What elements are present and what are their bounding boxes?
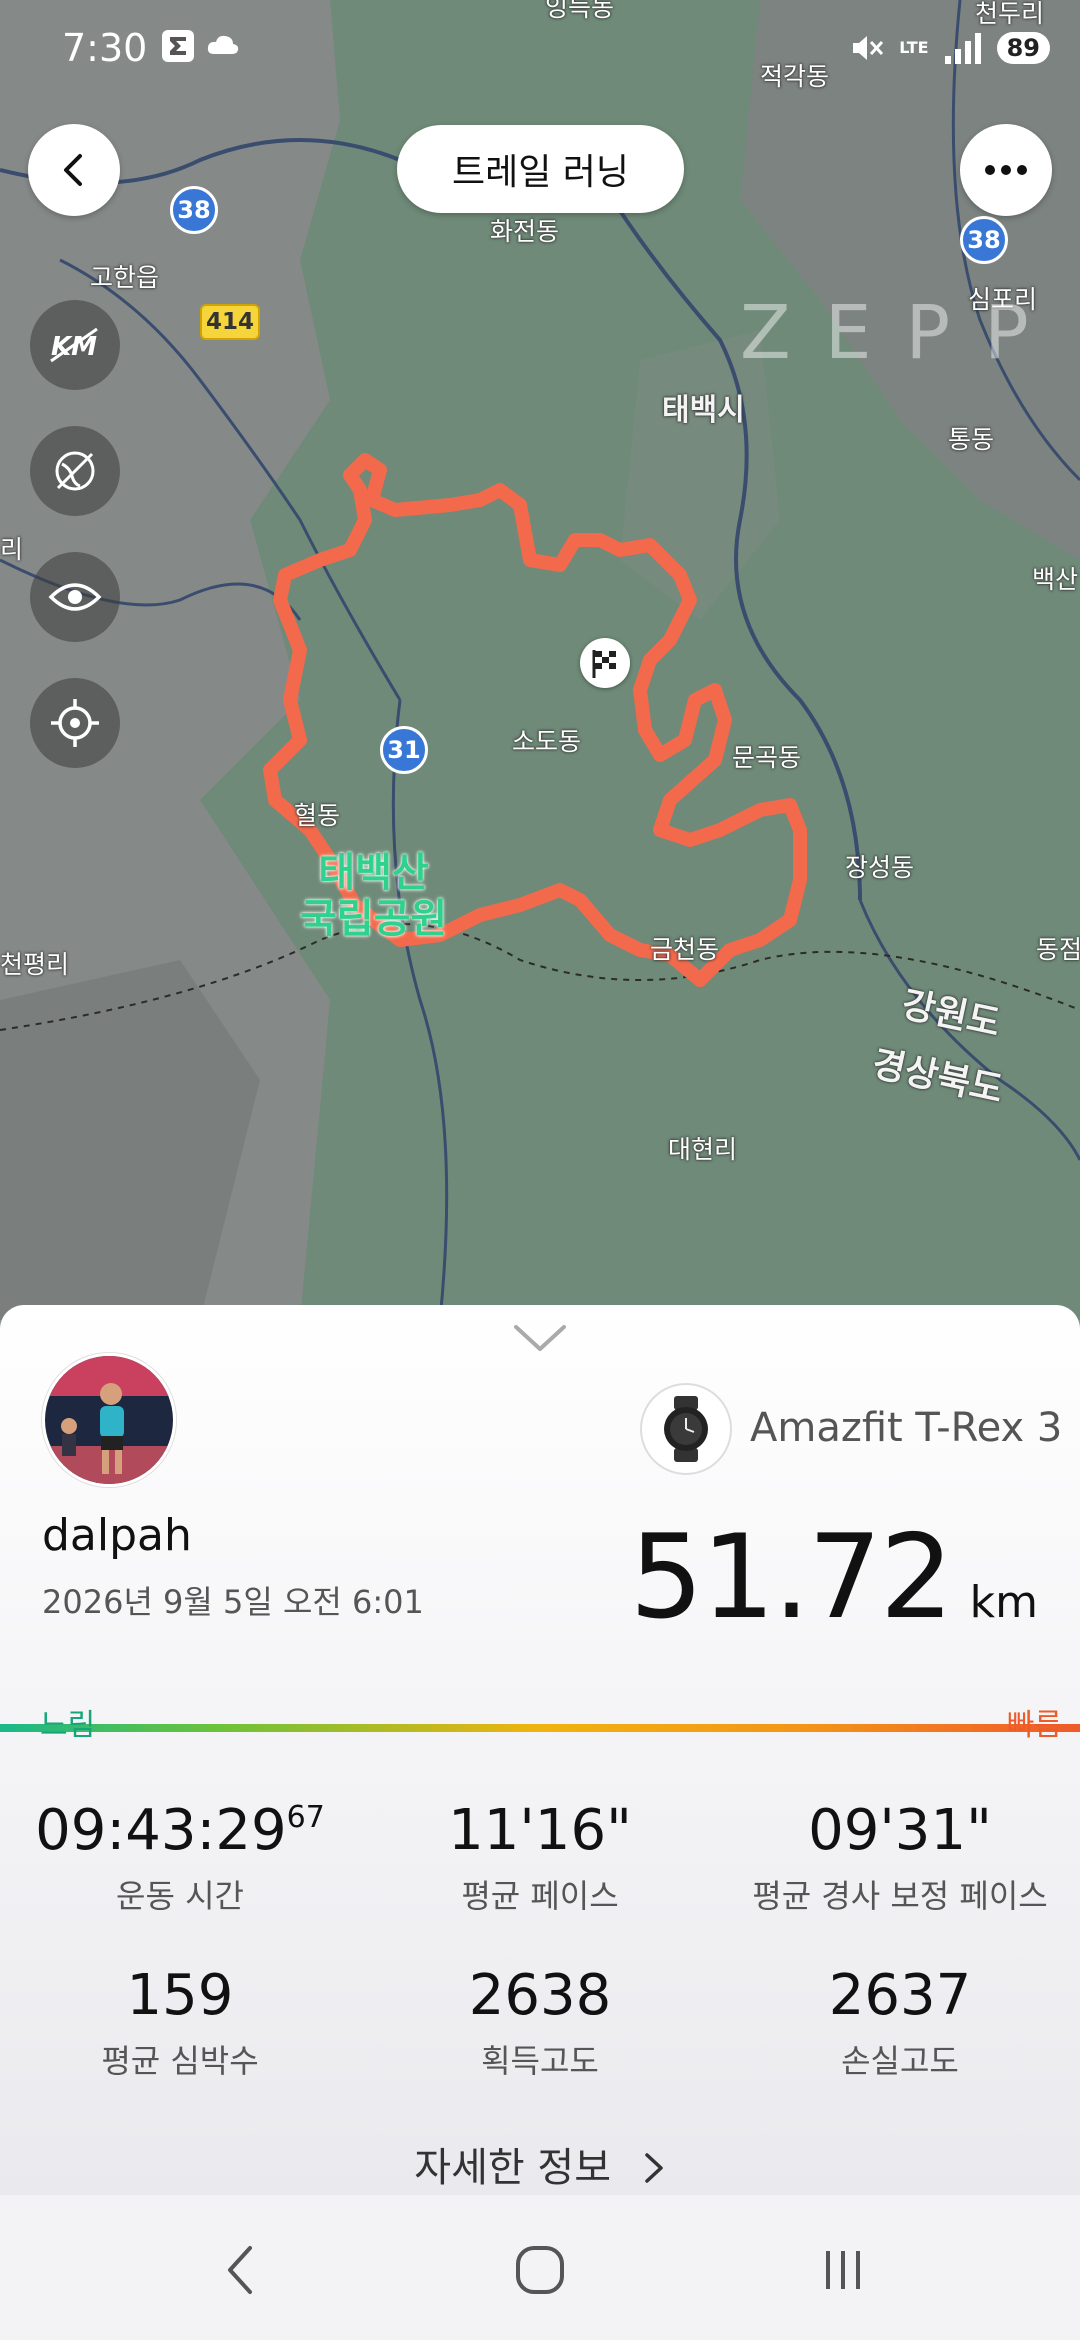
stat-duration-value: 09:43:29 bbox=[35, 1798, 287, 1863]
signal-icon bbox=[944, 33, 981, 64]
pace-fast-label: 빠름 bbox=[1006, 1708, 1062, 1743]
globe-off-icon bbox=[55, 451, 95, 491]
stat-duration-label: 운동 시간 bbox=[116, 1877, 244, 1915]
map-label-hwajeon: 화전동 bbox=[490, 217, 560, 246]
stat-elevation-gain-label: 획득고도 bbox=[481, 2042, 599, 2080]
status-time: 7:30 bbox=[62, 26, 148, 70]
finish-flag-icon bbox=[580, 638, 630, 688]
stat-duration-centiseconds: 67 bbox=[286, 1800, 325, 1835]
stat-avg-pace-label: 평균 페이스 bbox=[461, 1877, 619, 1915]
map-label-geumcheon: 금천동 bbox=[650, 935, 720, 964]
collapse-chevron-icon[interactable] bbox=[510, 1321, 570, 1355]
screen: 잉득동 천두리 적각동 화전동 고한읍 심포리 태백시 통동 백산 리 소도동 … bbox=[0, 0, 1080, 2340]
sigma-app-icon bbox=[162, 30, 194, 62]
nav-recents-button[interactable] bbox=[803, 2235, 883, 2305]
chevron-left-icon bbox=[64, 154, 82, 186]
map-label-hyeol: 혈동 bbox=[294, 801, 341, 830]
activity-type-title: 트레일 러닝 bbox=[397, 125, 684, 213]
activity-datetime: 2026년 9월 5일 오전 6:01 bbox=[42, 1583, 424, 1621]
pace-gradient-bar bbox=[0, 1724, 1080, 1732]
zepp-watermark: ZEPP bbox=[740, 290, 1063, 376]
stat-grade-adjusted-pace-label: 평균 경사 보정 페이스 bbox=[752, 1877, 1048, 1915]
status-bar: 7:30 LTE 89 bbox=[0, 0, 1080, 100]
chevron-right-icon bbox=[629, 2145, 666, 2191]
avatar-photo bbox=[45, 1356, 173, 1484]
map-label-taebaek: 태백시 bbox=[662, 393, 745, 428]
route-badge-38-left: 38 bbox=[170, 186, 218, 234]
stat-duration: 09:43:2967 운동 시간 bbox=[0, 1798, 360, 1917]
summary-sheet: dalpah 2026년 9월 5일 오전 6:01 Amazfit T-Rex… bbox=[0, 1305, 1080, 2195]
nav-back-icon bbox=[228, 2246, 252, 2294]
stat-avg-pace: 11'16" 평균 페이스 bbox=[360, 1798, 720, 1917]
stat-elevation-loss-value: 2637 bbox=[828, 1963, 972, 2028]
pace-slow-label: 느림 bbox=[40, 1708, 96, 1743]
details-link[interactable]: 자세한 정보 bbox=[0, 2135, 1080, 2193]
stat-avg-heart-rate-value: 159 bbox=[126, 1963, 234, 2028]
km-marker-toggle-button[interactable]: KM bbox=[30, 300, 120, 390]
stat-avg-pace-value: 11'16" bbox=[448, 1798, 632, 1863]
route-badge-38-right: 38 bbox=[960, 216, 1008, 264]
route-badge-414: 414 bbox=[200, 304, 260, 340]
map-label-dongjeom: 동점 bbox=[1036, 935, 1080, 964]
mute-icon bbox=[853, 36, 884, 60]
map-label-gohan: 고한읍 bbox=[90, 263, 160, 292]
system-navigation-bar bbox=[0, 2195, 1080, 2340]
map-label-left-bottom: 천평리 bbox=[0, 950, 70, 979]
watch-icon bbox=[640, 1383, 732, 1475]
map-label-mungok: 문곡동 bbox=[732, 743, 802, 772]
stat-elevation-gain: 2638 획득고도 bbox=[360, 1963, 720, 2082]
eye-icon bbox=[48, 583, 102, 611]
map-label-left-edge: 리 bbox=[0, 535, 24, 564]
nav-home-icon bbox=[516, 2246, 564, 2294]
distance-value: 51.72 bbox=[629, 1510, 954, 1645]
cloud-icon bbox=[207, 35, 239, 54]
distance-display: 51.72 km bbox=[630, 1510, 1038, 1645]
stat-elevation-gain-value: 2638 bbox=[468, 1963, 612, 2028]
battery-indicator: 89 bbox=[996, 32, 1050, 64]
more-options-button[interactable] bbox=[960, 124, 1052, 216]
stat-avg-heart-rate: 159 평균 심박수 bbox=[0, 1963, 360, 2082]
nav-back-button[interactable] bbox=[200, 2235, 280, 2305]
more-dots-icon bbox=[985, 165, 1027, 175]
km-icon: KM bbox=[50, 327, 98, 363]
distance-unit: km bbox=[969, 1577, 1038, 1628]
stat-grade-adjusted-pace-value: 09'31" bbox=[808, 1798, 992, 1863]
nav-home-button[interactable] bbox=[500, 2235, 580, 2305]
locate-button[interactable] bbox=[30, 678, 120, 768]
details-link-label: 자세한 정보 bbox=[414, 2145, 611, 2191]
crosshair-icon bbox=[51, 699, 99, 747]
status-right-group: LTE 89 bbox=[849, 30, 1050, 66]
map-layer-toggle-button[interactable] bbox=[30, 426, 120, 516]
back-button[interactable] bbox=[28, 124, 120, 216]
avatar[interactable] bbox=[42, 1353, 176, 1487]
visibility-toggle-button[interactable] bbox=[30, 552, 120, 642]
stat-grade-adjusted-pace: 09'31" 평균 경사 보정 페이스 bbox=[720, 1798, 1080, 1917]
map-label-jangseong: 장성동 bbox=[845, 853, 915, 882]
map-label-daehyeon: 대현리 bbox=[668, 1135, 738, 1164]
stat-elevation-loss-label: 손실고도 bbox=[841, 2042, 959, 2080]
stat-avg-heart-rate-label: 평균 심박수 bbox=[101, 2042, 259, 2080]
nav-recents-icon bbox=[826, 2251, 860, 2289]
stat-elevation-loss: 2637 손실고도 bbox=[720, 1963, 1080, 2082]
map-label-sodo: 소도동 bbox=[512, 727, 582, 756]
username: dalpah bbox=[42, 1510, 192, 1561]
map-label-park: 태백산 국립공원 bbox=[300, 850, 448, 942]
route-badge-31: 31 bbox=[380, 726, 428, 774]
map-label-baeksan: 백산 bbox=[1032, 565, 1079, 594]
network-type: LTE bbox=[899, 38, 929, 57]
device-name: Amazfit T-Rex 3 bbox=[750, 1405, 1063, 1451]
map-label-tong: 통동 bbox=[948, 425, 995, 454]
